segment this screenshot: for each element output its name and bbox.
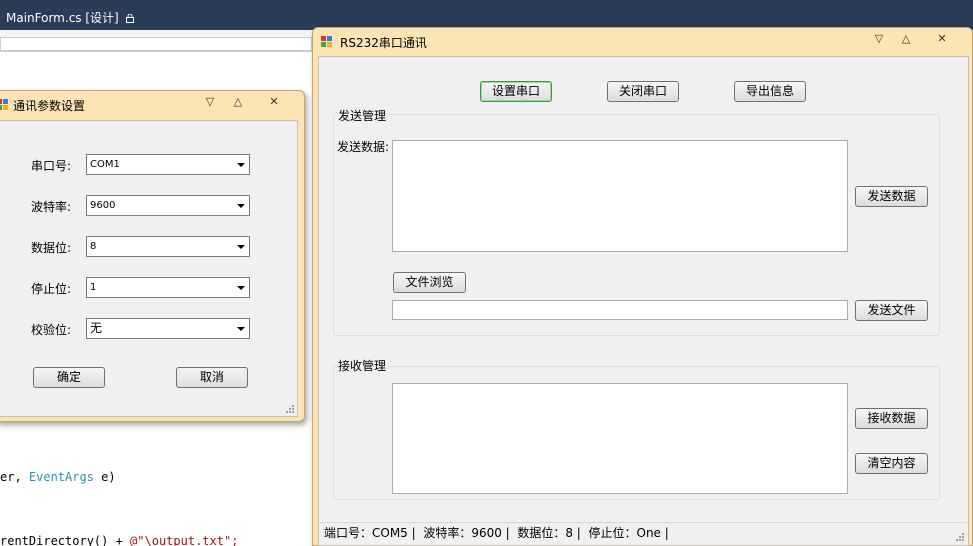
send-data-textarea[interactable] xyxy=(392,140,848,252)
port-select-value: COM1 xyxy=(90,159,120,170)
parity-select-value: 无 xyxy=(90,321,103,335)
stopbits-select[interactable]: 1 xyxy=(86,277,250,298)
settings-dialog-title-bar[interactable]: 通讯参数设置 ▽ △ ✕ xyxy=(0,91,304,117)
status-stopbits: 停止位：One | xyxy=(588,526,669,540)
databits-label: 数据位: xyxy=(31,241,72,255)
minimize-icon[interactable]: ▽ xyxy=(868,30,890,48)
stopbits-label: 停止位: xyxy=(31,282,72,296)
code-line-2: rentDirectory() + @"\output.txt"; xyxy=(0,534,238,546)
cancel-button[interactable]: 取消 xyxy=(176,367,248,388)
chevron-down-icon xyxy=(237,327,245,331)
receive-data-textarea[interactable] xyxy=(392,383,848,494)
main-window-title-bar[interactable]: RS232串口通讯 ▽ △ ✕ xyxy=(313,28,972,54)
resize-grip-icon[interactable] xyxy=(285,404,295,414)
file-path-input[interactable] xyxy=(392,300,848,320)
app-icon xyxy=(0,99,9,111)
chevron-down-icon xyxy=(237,163,245,167)
receive-data-button[interactable]: 接收数据 xyxy=(855,408,928,429)
code-ident: er, xyxy=(0,470,29,484)
main-window-client: 设置串口 关闭串口 导出信息 发送管理 发送数据: 发送数据 文件浏览 发送文件… xyxy=(318,56,969,546)
send-file-button[interactable]: 发送文件 xyxy=(855,300,928,321)
databits-select-value: 8 xyxy=(90,241,97,252)
parity-select[interactable]: 无 xyxy=(86,318,250,339)
receive-group-title: 接收管理 xyxy=(336,357,389,374)
ide-tab-bar: MainForm.cs [设计] xyxy=(0,0,973,30)
baud-select-value: 9600 xyxy=(90,200,116,211)
code-type: EventArgs xyxy=(28,470,94,484)
send-group-title: 发送管理 xyxy=(336,107,389,124)
settings-dialog: 通讯参数设置 ▽ △ ✕ 串口号: COM1 波特率: 9600 数据位: 8 … xyxy=(0,90,305,422)
main-window: RS232串口通讯 ▽ △ ✕ 设置串口 关闭串口 导出信息 发送管理 发送数据… xyxy=(312,27,973,546)
browse-file-button[interactable]: 文件浏览 xyxy=(393,272,466,293)
code-line-1: er, EventArgs e) xyxy=(0,470,116,484)
settings-dialog-title: 通讯参数设置 xyxy=(13,99,86,113)
minimize-icon[interactable]: ▽ xyxy=(199,93,221,111)
ide-tab-label: MainForm.cs [设计] xyxy=(6,11,119,25)
status-databits: 数据位：8 | xyxy=(517,526,581,540)
port-label: 串口号: xyxy=(31,159,72,173)
code-rest: e) xyxy=(93,470,116,484)
main-window-title: RS232串口通讯 xyxy=(340,36,427,50)
app-icon xyxy=(321,36,333,48)
setup-port-button[interactable]: 设置串口 xyxy=(480,81,552,102)
settings-dialog-client: 串口号: COM1 波特率: 9600 数据位: 8 停止位: 1 校验位: 无… xyxy=(0,120,298,417)
maximize-icon[interactable]: △ xyxy=(227,93,249,111)
port-select[interactable]: COM1 xyxy=(86,154,250,175)
parity-label: 校验位: xyxy=(31,323,72,337)
baud-select[interactable]: 9600 xyxy=(86,195,250,216)
send-data-label: 发送数据: xyxy=(337,140,390,154)
chevron-down-icon xyxy=(237,286,245,290)
resize-grip-icon[interactable] xyxy=(955,532,965,542)
ide-designer-surface xyxy=(0,37,312,51)
chevron-down-icon xyxy=(237,204,245,208)
maximize-icon[interactable]: △ xyxy=(895,30,917,48)
close-port-button[interactable]: 关闭串口 xyxy=(607,81,679,102)
chevron-down-icon xyxy=(237,245,245,249)
status-port: 端口号：COM5 | xyxy=(324,526,416,540)
status-bar: 端口号：COM5 | 波特率：9600 | 数据位：8 | 停止位：One | xyxy=(320,522,967,544)
code-ident: rentDirectory() + xyxy=(0,534,131,546)
clear-content-button[interactable]: 清空内容 xyxy=(855,453,928,474)
lock-icon xyxy=(125,9,134,23)
close-icon[interactable]: ✕ xyxy=(263,93,285,111)
ide-document-tab[interactable]: MainForm.cs [设计] xyxy=(0,8,140,30)
baud-label: 波特率: xyxy=(31,200,72,214)
ok-button[interactable]: 确定 xyxy=(33,367,105,388)
send-data-button[interactable]: 发送数据 xyxy=(855,186,928,207)
databits-select[interactable]: 8 xyxy=(86,236,250,257)
stopbits-select-value: 1 xyxy=(90,282,97,293)
close-icon[interactable]: ✕ xyxy=(931,30,953,48)
status-baud: 波特率：9600 | xyxy=(423,526,510,540)
code-string: @"\output.txt"; xyxy=(130,534,239,546)
export-info-button[interactable]: 导出信息 xyxy=(734,81,806,102)
